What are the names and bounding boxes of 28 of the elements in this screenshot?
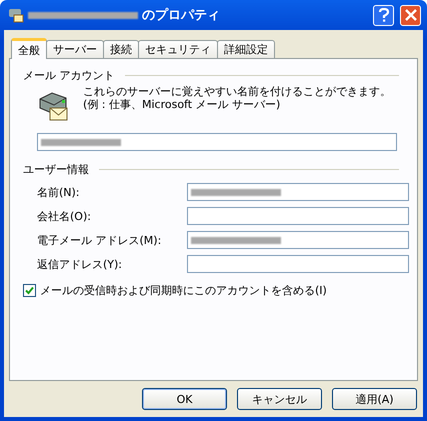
window-title: のプロパティ	[142, 6, 220, 24]
help-button[interactable]	[373, 4, 394, 26]
close-icon	[404, 9, 416, 21]
account-name-field[interactable]	[37, 133, 397, 151]
checkbox[interactable]	[23, 284, 36, 297]
dialog-button[interactable]: キャンセル	[237, 388, 322, 410]
input-field[interactable]	[187, 183, 409, 201]
dialog-button[interactable]: OK	[142, 388, 227, 410]
field-label: 名前(N):	[37, 184, 80, 200]
close-button[interactable]	[400, 4, 421, 26]
input-field[interactable]	[187, 255, 409, 273]
tab[interactable]: 詳細設定	[217, 40, 275, 58]
input-field[interactable]	[187, 231, 409, 249]
field-label: 電子メール アドレス(M):	[37, 232, 162, 248]
tab[interactable]: 接続	[103, 40, 139, 58]
field-label: 会社名(O):	[37, 208, 91, 224]
tab[interactable]: サーバー	[46, 40, 104, 58]
field-label: 返信アドレス(Y):	[37, 256, 122, 272]
dialog-button[interactable]: 適用(A)	[332, 388, 417, 410]
tab[interactable]: 全般	[11, 38, 47, 59]
tab[interactable]: セキュリティ	[138, 40, 218, 58]
input-field[interactable]	[187, 207, 409, 225]
checkbox-label: メールの受信時および同期時にこのアカウントを含める(I)	[40, 283, 327, 298]
group-heading: メール アカウント	[23, 68, 114, 82]
question-mark-icon	[378, 8, 390, 22]
group-heading: ユーザー情報	[23, 162, 89, 176]
description-text: これらのサーバーに覚えやすい名前を付けることができます。(例 : 仕事、Microsoft メール サーバー)	[83, 85, 392, 113]
mail-server-icon	[8, 7, 24, 23]
